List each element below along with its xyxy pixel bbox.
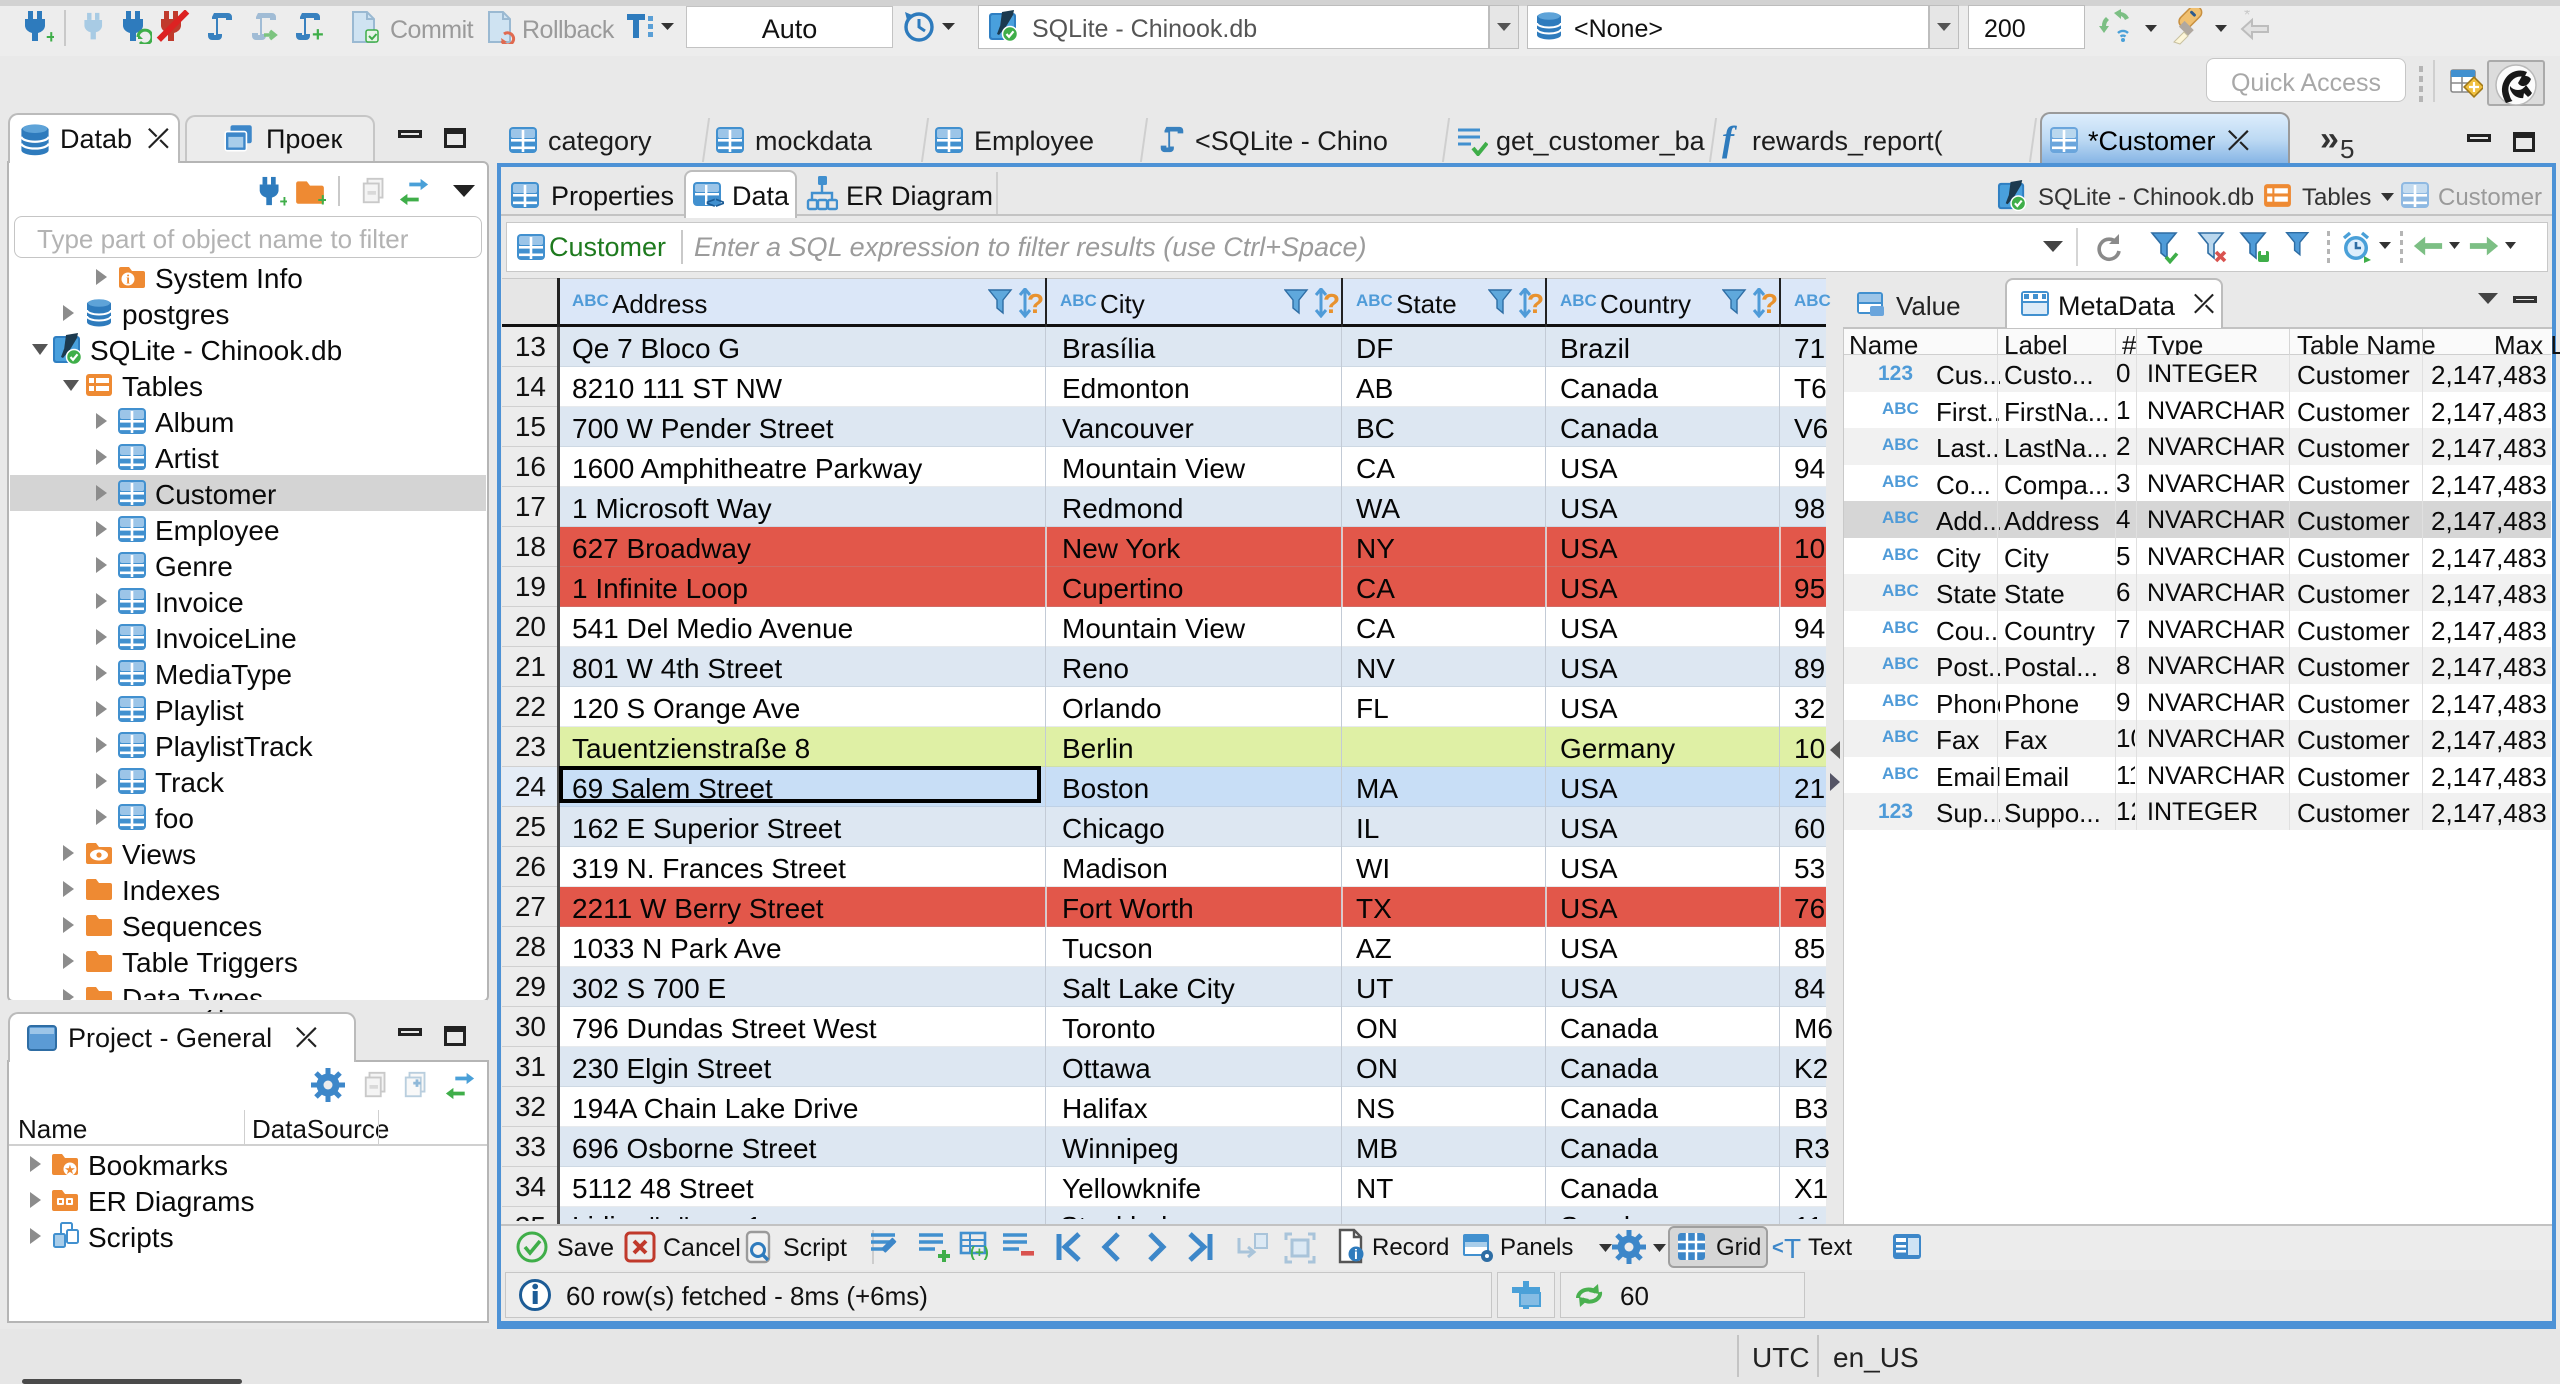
- svg-text:<>: <>: [706, 195, 724, 210]
- svg-text:+: +: [46, 27, 54, 44]
- svg-text:<: <: [1772, 1237, 1784, 1259]
- svg-text:i: i: [126, 272, 130, 287]
- svg-text:T: T: [1784, 1233, 1801, 1264]
- svg-text:★: ★: [64, 1162, 76, 1177]
- svg-text:+: +: [279, 192, 287, 208]
- svg-text:+: +: [312, 24, 324, 42]
- svg-text:i: i: [1354, 1246, 1358, 1262]
- svg-text:(+): (+): [970, 1244, 989, 1261]
- svg-text:+: +: [317, 190, 326, 208]
- svg-text:*: *: [2244, 10, 2250, 24]
